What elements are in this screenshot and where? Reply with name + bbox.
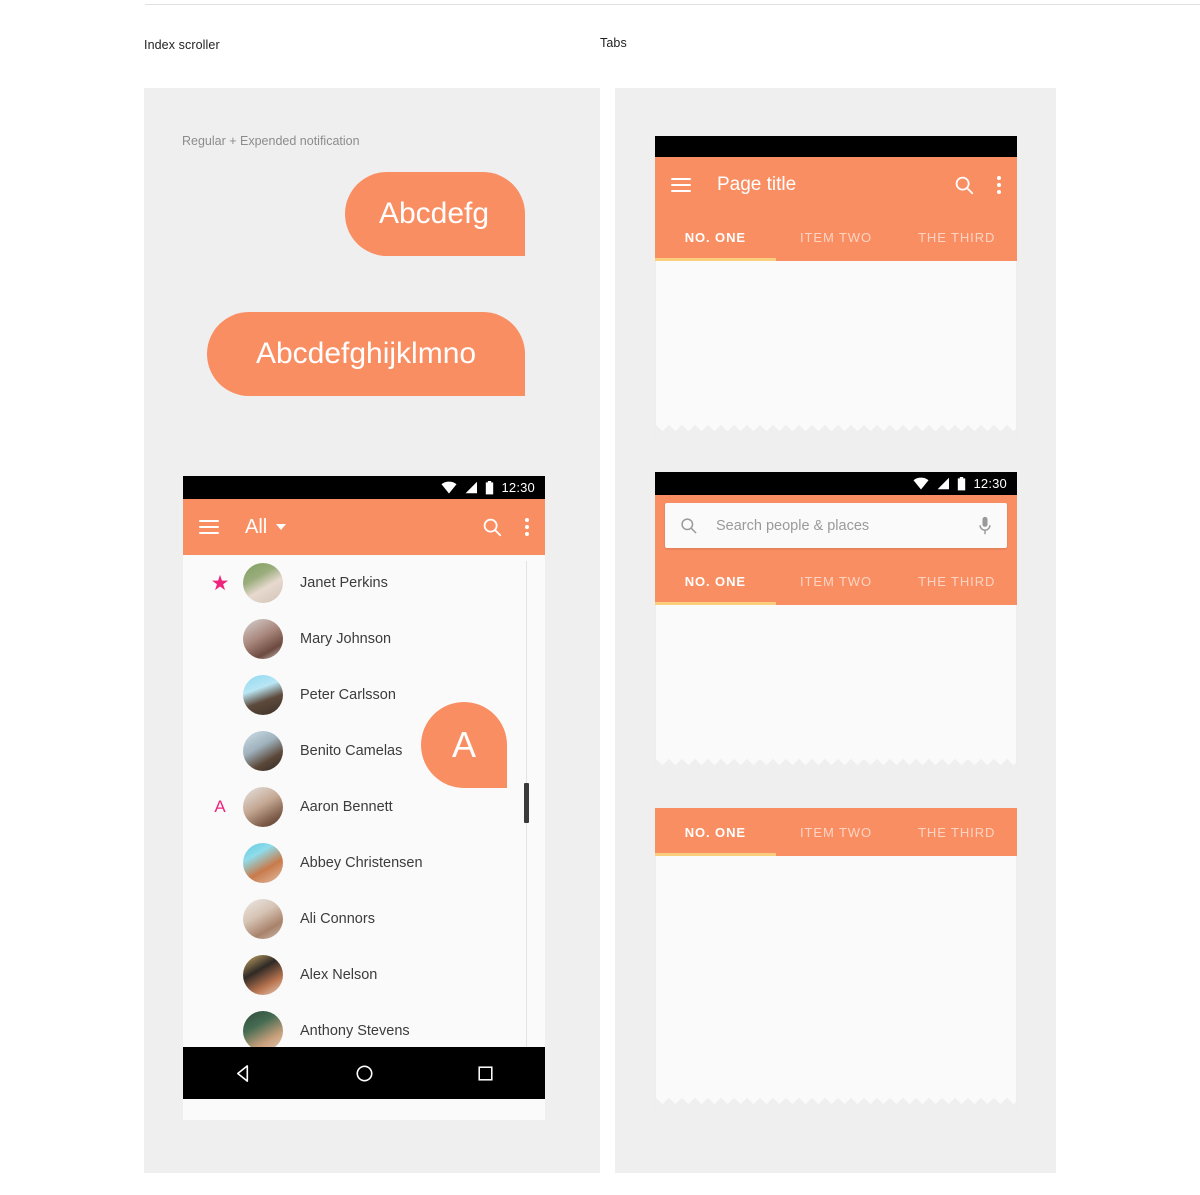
search-input[interactable]: Search people & places [665,503,1007,548]
contact-name: Abbey Christensen [300,855,423,871]
torn-edge [656,425,1016,438]
avatar [243,731,283,771]
search-bar-container: Search people & places [655,495,1017,557]
tab-item-two[interactable]: ITEM TWO [776,808,897,856]
index-marker: A [214,797,226,816]
wifi-icon [913,477,929,490]
home-circle-icon[interactable] [355,1064,374,1083]
app-bar: All [183,499,545,555]
avatar [243,1011,283,1047]
torn-edge [656,1098,1016,1111]
tab-no-one[interactable]: NO. ONE [655,213,776,261]
search-icon[interactable] [679,516,698,535]
table-row[interactable]: Abbey Christensen [183,835,545,891]
avatar [243,955,283,995]
tab-item-two[interactable]: ITEM TWO [776,557,897,605]
status-bar-time: 12:30 [973,476,1007,491]
index-scroller-bubble[interactable]: A [421,702,507,788]
contact-name: Alex Nelson [300,967,378,983]
status-bar [655,136,1017,157]
caret-down-icon[interactable] [276,524,287,530]
contact-name: Anthony Stevens [300,1023,410,1039]
tab-content-sheet [655,261,1017,438]
contact-list[interactable]: ★ Janet Perkins Mary Johnson Peter Carls… [183,555,545,1047]
search-icon[interactable] [953,174,975,196]
recents-square-icon[interactable] [477,1065,494,1082]
hamburger-icon[interactable] [199,520,219,534]
avatar [243,843,283,883]
app-bar-title: All [245,515,268,538]
tab-content-sheet [655,856,1017,1111]
android-nav-bar [183,1047,545,1099]
table-row[interactable]: Anthony Stevens [183,1003,545,1047]
microphone-icon[interactable] [977,516,993,536]
avatar [243,675,283,715]
contact-name: Peter Carlsson [300,687,396,703]
tab-the-third[interactable]: THE THIRD [896,808,1017,856]
tabs-search-mockup: 12:30 Search people & places NO. ONE ITE… [655,472,1017,776]
hamburger-icon[interactable] [671,178,691,192]
torn-edge [656,759,1016,772]
wifi-icon [441,481,457,494]
table-row[interactable]: Ali Connors [183,891,545,947]
tabs-toolbar-mockup: Page title NO. ONE ITEM TWO THE THIRD [655,136,1017,442]
tab-the-third[interactable]: THE THIRD [896,557,1017,605]
search-icon[interactable] [481,516,503,538]
contact-name: Janet Perkins [300,575,388,591]
section-label-tabs: Tabs [600,36,627,50]
app-bar: Page title [655,157,1017,213]
notification-pill-expanded[interactable]: Abcdefghijklmno [207,312,525,396]
notification-caption: Regular + Expended notification [182,134,360,148]
page-title: Page title [717,174,797,195]
table-row[interactable]: Mary Johnson [183,611,545,667]
status-bar: 12:30 [183,476,545,499]
signal-icon [466,481,478,494]
contact-name: Ali Connors [300,911,375,927]
battery-icon [486,480,494,494]
scrollbar-thumb[interactable] [524,783,529,823]
top-divider [145,4,1200,5]
avatar [243,899,283,939]
tabs-only-mockup: NO. ONE ITEM TWO THE THIRD [655,808,1017,1111]
contacts-phone-mockup: 12:30 All ★ Janet Perkins Mary Johnson P… [183,476,545,1120]
table-row[interactable]: Alex Nelson [183,947,545,1003]
contact-name: Aaron Bennett [300,799,393,815]
avatar [243,619,283,659]
tab-the-third[interactable]: THE THIRD [896,213,1017,261]
avatar [243,563,283,603]
status-bar: 12:30 [655,472,1017,495]
tab-item-two[interactable]: ITEM TWO [776,213,897,261]
index-marker: ★ [197,573,243,594]
section-label-index-scroller: Index scroller [144,38,220,52]
avatar [243,787,283,827]
back-triangle-icon[interactable] [234,1064,253,1083]
overflow-menu-icon[interactable] [997,176,1001,194]
tab-bar: NO. ONE ITEM TWO THE THIRD [655,557,1017,605]
notification-pill-regular[interactable]: Abcdefg [345,172,525,256]
overflow-menu-icon[interactable] [525,518,529,536]
tab-bar: NO. ONE ITEM TWO THE THIRD [655,213,1017,261]
table-row[interactable]: ★ Janet Perkins [183,555,545,611]
tab-no-one[interactable]: NO. ONE [655,557,776,605]
contact-name: Benito Camelas [300,743,403,759]
star-icon: ★ [210,571,230,595]
signal-icon [938,477,950,490]
tab-bar: NO. ONE ITEM TWO THE THIRD [655,808,1017,856]
contact-name: Mary Johnson [300,631,392,647]
tab-no-one[interactable]: NO. ONE [655,808,776,856]
search-placeholder: Search people & places [716,517,870,534]
battery-icon [958,476,966,490]
status-bar-time: 12:30 [501,480,535,495]
tab-content-sheet [655,605,1017,772]
